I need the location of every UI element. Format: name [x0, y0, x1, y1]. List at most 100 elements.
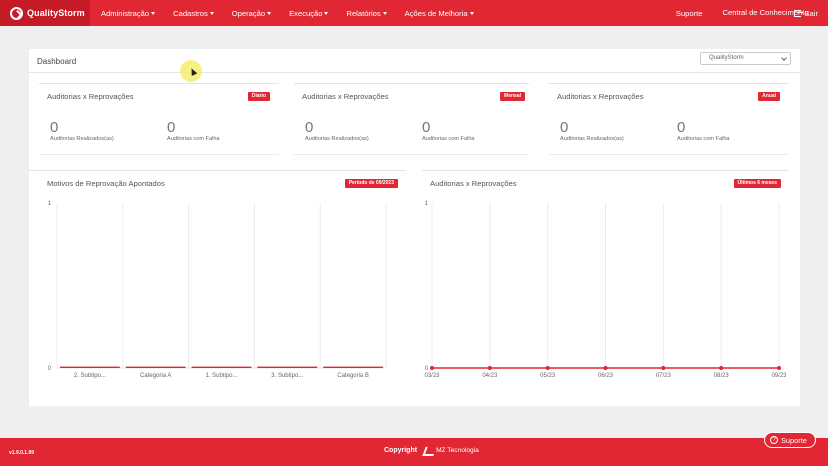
x-tick-label: 05/23 [540, 373, 556, 379]
y-tick-label: 1 [425, 201, 429, 207]
x-tick-label: 06/23 [598, 373, 614, 379]
stat-label: Auditorias com Falha [677, 136, 730, 142]
caret-down-icon [151, 11, 156, 15]
qualitystorm-logo-icon [10, 6, 23, 20]
stat-value: 0 [677, 119, 686, 136]
dashboard-card: Dashboard QualityStorm Auditorias x Repr… [29, 49, 800, 406]
stat-label: Auditorias com Falha [167, 136, 220, 142]
stat-label: Auditorias com Falha [422, 136, 475, 142]
summary-panel-monthly: Auditorias x Reprovações Mensal 0 Audito… [294, 83, 529, 155]
copyright: Copyright MZ Tecnologia [384, 446, 479, 455]
y-tick-label: 0 [48, 366, 52, 372]
top-navbar: QualityStorm Administração Cadastros Ope… [0, 0, 828, 26]
menu-relatorios[interactable]: Relatórios [337, 9, 395, 18]
stat-value: 0 [560, 119, 569, 136]
unit-select-value: QualityStorm [709, 55, 744, 61]
stat-value: 0 [422, 119, 431, 136]
support-button-label: Suporte [781, 435, 807, 445]
menu-cadastros[interactable]: Cadastros [164, 9, 223, 18]
main-menu: Administração Cadastros Operação Execuçã… [92, 0, 483, 26]
x-tick-label: 3. Subtipo... [271, 373, 303, 379]
knowledge-center-link[interactable]: Central de Conhecimento [722, 8, 808, 18]
caret-down-icon [209, 11, 214, 15]
panel-title: Auditorias x Reprovações [47, 92, 134, 101]
menu-label: Ações de Melhoria [404, 8, 468, 18]
stat-label: Auditorias Realizados(as) [305, 136, 369, 142]
copyright-label: Copyright [384, 447, 418, 454]
reasons-bar-chart: 0 1 2. Subtipo... Categoria A 1. Subtipo... 3… [48, 201, 387, 379]
panel-title: Auditorias x Reprovações [302, 92, 389, 101]
data-point [603, 366, 608, 370]
data-point [719, 366, 724, 370]
failed-stat: 0 Auditorias com Falha [422, 120, 475, 142]
stat-value: 0 [50, 119, 59, 136]
data-point [777, 366, 781, 370]
brand-name: QualityStorm [27, 8, 85, 18]
menu-acoes-de-melhoria[interactable]: Ações de Melhoria [396, 9, 483, 18]
chevron-down-icon [781, 55, 787, 61]
page-title: Dashboard [37, 57, 77, 66]
x-tick-label: 1. Subtipo... [205, 373, 237, 379]
stat-label: Auditorias Realizados(as) [560, 136, 624, 142]
x-tick-label: Categoria A [140, 373, 171, 379]
summary-panel-daily: Auditorias x Reprovações Diário 0 Audito… [39, 83, 279, 155]
menu-operacao[interactable]: Operação [223, 9, 280, 18]
y-tick-label: 0 [425, 366, 429, 372]
unit-select[interactable]: QualityStorm [700, 52, 791, 65]
stat-label: Auditorias Realizados(as) [50, 136, 114, 142]
data-point [545, 366, 550, 370]
stat-value: 0 [167, 119, 176, 136]
top-right-links: Suporte Central de Conhecimento Sair [676, 0, 828, 26]
failed-stat: 0 Auditorias com Falha [677, 120, 730, 142]
logout-label: Sair [804, 8, 818, 18]
caret-down-icon [267, 11, 272, 15]
panel-title: Auditorias x Reprovações [557, 92, 644, 101]
x-tick-label: 2. Subtipo... [74, 373, 106, 379]
x-tick-label: 04/23 [482, 373, 498, 379]
logout-icon [794, 9, 804, 17]
performed-stat: 0 Auditorias Realizados(as) [560, 120, 624, 142]
x-tick-label: Categoria B [337, 373, 369, 379]
trend-line-chart: 0 1 03/23 04/23 05/23 06/23 07/23 08/23 09/23 [424, 201, 787, 379]
bar [125, 366, 186, 368]
footer: v1.9.0.1.99 Copyright MZ Tecnologia [0, 438, 828, 466]
period-badge: Mensal [500, 92, 525, 101]
floating-support-button[interactable]: ? Suporte [764, 432, 816, 448]
help-icon: ? [770, 436, 778, 444]
period-badge: Diário [247, 92, 270, 101]
bar [191, 366, 252, 368]
x-tick-label: 07/23 [656, 373, 672, 379]
performed-stat: 0 Auditorias Realizados(as) [305, 120, 369, 142]
logout-link[interactable]: Sair [794, 9, 818, 18]
summary-panel-yearly: Auditorias x Reprovações Anual 0 Auditor… [549, 83, 789, 155]
failed-stat: 0 Auditorias com Falha [167, 120, 220, 142]
data-point [661, 366, 666, 370]
reasons-chart-panel: Motivos de Reprovação Apontados Período … [29, 170, 406, 392]
trend-chart-panel: Auditorias x Reprovações Últimos 6 meses… [422, 170, 789, 392]
bar [323, 366, 383, 368]
menu-label: Execução [289, 8, 323, 18]
performed-stat: 0 Auditorias Realizados(as) [50, 120, 114, 142]
stat-value: 0 [305, 119, 314, 136]
data-point [430, 366, 434, 370]
brand-logo-link[interactable]: QualityStorm [0, 0, 90, 26]
menu-label: Relatórios [346, 8, 381, 18]
menu-label: Operação [231, 8, 266, 18]
caret-down-icon [469, 11, 474, 15]
version-label: v1.9.0.1.99 [9, 450, 35, 456]
x-tick-label: 09/23 [771, 373, 787, 379]
y-tick-label: 1 [48, 201, 52, 207]
bar [60, 366, 120, 368]
support-link[interactable]: Suporte [676, 9, 703, 18]
menu-execucao[interactable]: Execução [280, 9, 337, 18]
caret-down-icon [324, 11, 329, 15]
dashboard-header: Dashboard QualityStorm [29, 49, 800, 73]
menu-administracao[interactable]: Administração [92, 9, 164, 18]
menu-label: Cadastros [173, 8, 208, 18]
x-tick-label: 03/23 [424, 373, 440, 379]
x-tick-label: 08/23 [714, 373, 730, 379]
mz-logo-icon [424, 446, 434, 455]
bar [257, 366, 318, 368]
period-badge: Anual [758, 92, 780, 101]
caret-down-icon [382, 11, 387, 15]
